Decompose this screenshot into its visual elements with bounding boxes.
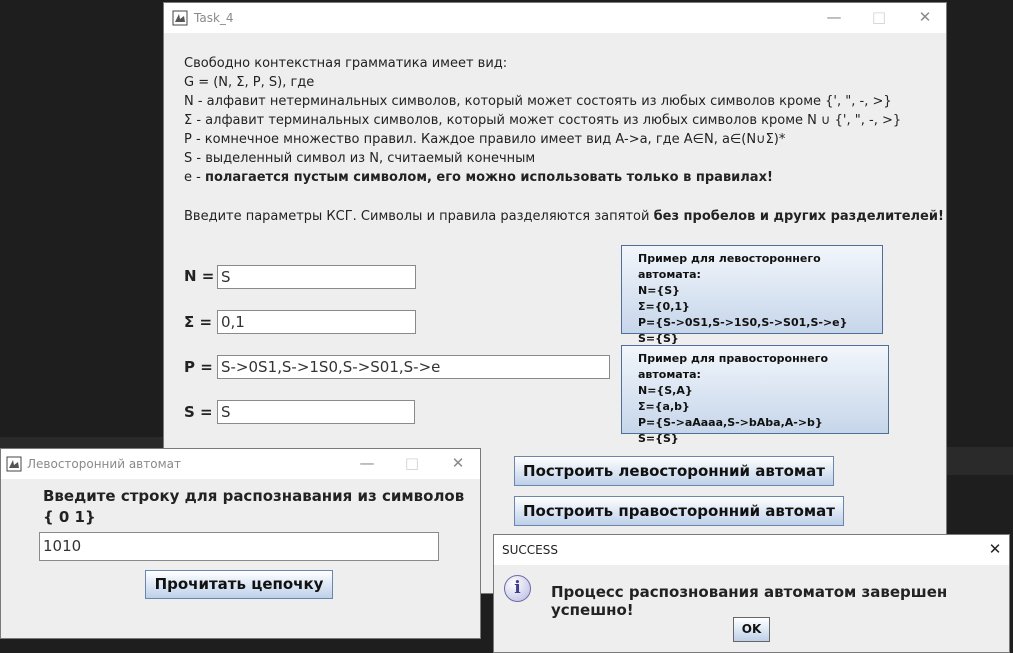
ok-button[interactable]: OK bbox=[733, 617, 770, 642]
automaton-window: Левосторонний автомат — □ ✕ Введите стро… bbox=[0, 448, 481, 639]
description-line: Σ - алфавит терминальных символов, котор… bbox=[184, 113, 902, 128]
description-line: S - выделенный символ из N, считаемый ко… bbox=[184, 151, 536, 166]
s-input[interactable]: S bbox=[217, 400, 415, 424]
maximize-icon[interactable]: □ bbox=[400, 452, 424, 474]
build-left-automaton-button[interactable]: Построить левосторонний автомат bbox=[514, 456, 834, 486]
example-line: N={S} bbox=[638, 284, 681, 297]
p-label: P = bbox=[184, 358, 213, 376]
example-line: S={S} bbox=[638, 432, 679, 445]
left-automaton-example: Пример для левостороннего автомата: N={S… bbox=[621, 245, 883, 345]
p-input[interactable]: S->0S1,S->1S0,S->S01,S->e bbox=[217, 355, 610, 379]
n-input[interactable]: S bbox=[217, 265, 416, 289]
success-dialog: SUCCESS ✕ i Процесс распознования автома… bbox=[493, 534, 1010, 653]
instruction-line: Введите параметры КСГ. Символы и правила… bbox=[184, 209, 944, 224]
n-label: N = bbox=[184, 267, 215, 285]
info-icon: i bbox=[504, 575, 531, 602]
description-line: e - полагается пустым символом, его можн… bbox=[184, 170, 773, 185]
input-prompt: Введите строку для распознавания из симв… bbox=[43, 487, 465, 505]
automaton-window-titlebar[interactable]: Левосторонний автомат — □ ✕ bbox=[1, 449, 480, 479]
minimize-icon[interactable]: — bbox=[822, 6, 846, 28]
success-dialog-titlebar[interactable]: SUCCESS ✕ bbox=[494, 535, 1009, 565]
read-chain-button[interactable]: Прочитать цепочку bbox=[145, 570, 333, 599]
right-automaton-example: Пример для правостороннего автомата: N={… bbox=[621, 345, 889, 445]
example-line: Σ={0,1} bbox=[638, 300, 690, 313]
chain-input[interactable]: 1010 bbox=[39, 532, 439, 561]
java-app-icon bbox=[6, 456, 22, 472]
description-line: G = (N, Σ, P, S), где bbox=[184, 75, 315, 90]
main-window-title: Task_4 bbox=[194, 11, 234, 25]
background-strip bbox=[946, 447, 1013, 475]
sigma-input[interactable]: 0,1 bbox=[217, 310, 416, 334]
close-icon[interactable]: ✕ bbox=[913, 6, 937, 28]
build-right-automaton-button[interactable]: Построить правосторонний автомат bbox=[514, 496, 844, 526]
description-line: Свободно контекстная грамматика имеет ви… bbox=[184, 56, 508, 71]
success-message: Процесс распознования автоматом завершен… bbox=[551, 583, 948, 619]
java-app-icon bbox=[172, 10, 188, 26]
close-icon[interactable]: ✕ bbox=[446, 452, 470, 474]
description-line: N - алфавит нетерминальных символов, кот… bbox=[184, 94, 892, 109]
example-line: P={S->0S1,S->1S0,S->S01,S->e} bbox=[638, 316, 848, 329]
sigma-label: Σ = bbox=[184, 313, 213, 331]
example-title: Пример для правостороннего автомата: bbox=[638, 352, 829, 381]
main-window-titlebar[interactable]: Task_4 — □ ✕ bbox=[164, 3, 946, 33]
minimize-icon[interactable]: — bbox=[355, 452, 379, 474]
example-line: P={S->aAaaa,S->bAba,A->b} bbox=[638, 416, 823, 429]
example-title: Пример для левостороннего автомата: bbox=[638, 252, 821, 281]
example-line: Σ={a,b} bbox=[638, 400, 690, 413]
example-line: N={S,A} bbox=[638, 384, 693, 397]
alphabet-hint: { 0 1} bbox=[43, 508, 96, 526]
s-label: S = bbox=[184, 403, 213, 421]
close-icon[interactable]: ✕ bbox=[983, 538, 1007, 560]
description-line: P - комнечное множество правил. Каждое п… bbox=[184, 132, 786, 147]
automaton-window-title: Левосторонний автомат bbox=[27, 457, 181, 471]
maximize-icon[interactable]: □ bbox=[867, 6, 891, 28]
success-dialog-title: SUCCESS bbox=[502, 543, 558, 557]
